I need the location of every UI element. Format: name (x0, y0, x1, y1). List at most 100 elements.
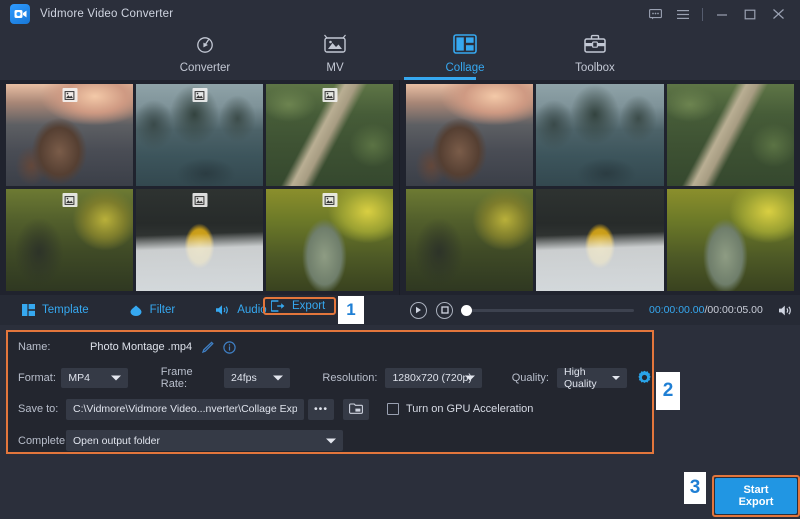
preview-snow-trail (536, 189, 663, 291)
tab-converter[interactable]: Converter (162, 31, 248, 74)
close-icon[interactable] (764, 0, 792, 28)
output-name-value: Photo Montage .mp4 (90, 341, 192, 353)
volume-icon[interactable] (778, 304, 794, 317)
collage-icon (453, 31, 477, 57)
gpu-acceleration-label: Turn on GPU Acceleration (406, 403, 533, 415)
tab-export-highlight: Export (263, 297, 336, 315)
chevron-down-icon (612, 376, 620, 380)
image-placeholder-icon[interactable] (322, 88, 337, 102)
encoding-row: Format: MP4 Frame Rate: 24fps Resolution… (8, 362, 652, 393)
saveto-label: Save to: (18, 403, 66, 415)
name-row: Name: Photo Montage .mp4 (8, 332, 652, 362)
tab-collage[interactable]: Collage (422, 31, 508, 74)
complete-value: Open output folder (73, 435, 160, 447)
preview-cliff-sunset (406, 84, 533, 186)
total-time: 00:00:05.00 (707, 304, 762, 316)
resolution-select[interactable]: 1280x720 (720p) (385, 368, 481, 388)
timecode: 00:00:00.00/00:00:05.00 (649, 304, 763, 316)
open-folder-icon (349, 402, 363, 417)
cell-hiker-forest[interactable] (6, 189, 133, 291)
maximize-icon[interactable] (736, 0, 764, 28)
collage-preview-grid (406, 84, 794, 291)
collage-editor-pane (0, 80, 400, 295)
current-time: 00:00:00.00 (649, 304, 704, 316)
audio-icon (215, 304, 230, 316)
image-placeholder-icon[interactable] (192, 88, 207, 102)
complete-label: Complete: (18, 435, 66, 447)
saveto-row: Save to: C:\Vidmore\Vidmore Video...nver… (8, 393, 652, 425)
tab-filter[interactable]: Filter (123, 301, 182, 319)
play-button[interactable] (410, 302, 427, 319)
bottom-toolbar: Template Filter Audio Export (0, 295, 800, 325)
seek-handle[interactable] (461, 305, 472, 316)
resolution-value: 1280x720 (720p) (392, 372, 471, 384)
tab-mv[interactable]: MV (292, 31, 378, 74)
step-marker-1: 1 (338, 296, 364, 324)
cell-cliff-sunset[interactable] (6, 84, 133, 186)
name-label: Name: (18, 341, 66, 353)
complete-action-select[interactable]: Open output folder (66, 430, 343, 451)
saveto-value: C:\Vidmore\Vidmore Video...nverter\Colla… (73, 403, 297, 415)
tab-template-label: Template (42, 304, 89, 316)
step-marker-3: 3 (684, 472, 706, 504)
player-controls: 00:00:00.00/00:00:05.00 (400, 295, 800, 325)
complete-row: Complete: Open output folder (8, 425, 652, 456)
tab-toolbox[interactable]: Toolbox (552, 31, 638, 74)
quality-value: High Quality (564, 366, 606, 390)
browse-button[interactable]: ••• (308, 399, 334, 420)
preview-autumn-leaves (667, 189, 794, 291)
quality-select[interactable]: High Quality (557, 368, 627, 388)
tab-export[interactable]: Export (271, 300, 325, 312)
chevron-down-icon (111, 375, 121, 380)
tab-template[interactable]: Template (16, 301, 95, 319)
preview-great-wall (667, 84, 794, 186)
collage-editor-grid (6, 84, 393, 291)
framerate-label: Frame Rate: (161, 366, 216, 390)
image-placeholder-icon[interactable] (62, 193, 77, 207)
cell-autumn-leaves[interactable] (266, 189, 393, 291)
workspace (0, 80, 800, 295)
framerate-value: 24fps (231, 372, 257, 384)
app-window: Vidmore Video Converter (0, 0, 800, 519)
feedback-icon[interactable] (641, 0, 669, 28)
preview-bay-karst (536, 84, 663, 186)
cell-great-wall[interactable] (266, 84, 393, 186)
tab-collage-label: Collage (446, 62, 485, 74)
tab-toolbox-label: Toolbox (575, 62, 615, 74)
filter-icon (129, 304, 143, 316)
image-placeholder-icon[interactable] (192, 193, 207, 207)
tab-converter-label: Converter (180, 62, 231, 74)
export-settings-panel: Name: Photo Montage .mp4 Format: MP4 Fra… (6, 330, 654, 454)
video-camera-icon (10, 4, 30, 24)
image-placeholder-icon[interactable] (322, 193, 337, 207)
seek-bar[interactable] (464, 309, 634, 312)
framerate-select[interactable]: 24fps (224, 368, 290, 388)
image-placeholder-icon[interactable] (62, 88, 77, 102)
pencil-edit-icon[interactable] (201, 341, 214, 354)
stop-button[interactable] (436, 302, 453, 319)
step-marker-2: 2 (656, 372, 680, 410)
open-folder-button[interactable] (343, 399, 369, 420)
mv-icon (323, 31, 347, 57)
cell-snow-trail[interactable] (136, 189, 263, 291)
chevron-down-icon (465, 375, 475, 380)
cell-bay-karst[interactable] (136, 84, 263, 186)
start-export-button[interactable]: Start Export (715, 478, 797, 514)
tab-mv-label: MV (326, 62, 343, 74)
settings-gear-icon[interactable] (637, 370, 652, 385)
info-icon[interactable] (223, 341, 236, 354)
window-controls (641, 0, 792, 28)
format-value: MP4 (68, 372, 90, 384)
menu-icon[interactable] (669, 0, 697, 28)
gpu-acceleration-checkbox[interactable] (387, 403, 399, 415)
export-icon (271, 300, 285, 312)
toolbox-icon (583, 31, 607, 57)
saveto-path-input[interactable]: C:\Vidmore\Vidmore Video...nverter\Colla… (66, 399, 304, 420)
chevron-down-icon (326, 438, 336, 443)
format-select[interactable]: MP4 (61, 368, 127, 388)
minimize-icon[interactable] (708, 0, 736, 28)
browse-dots: ••• (314, 403, 328, 415)
template-icon (22, 304, 35, 316)
chevron-down-icon (273, 375, 283, 380)
tab-filter-label: Filter (150, 304, 176, 316)
